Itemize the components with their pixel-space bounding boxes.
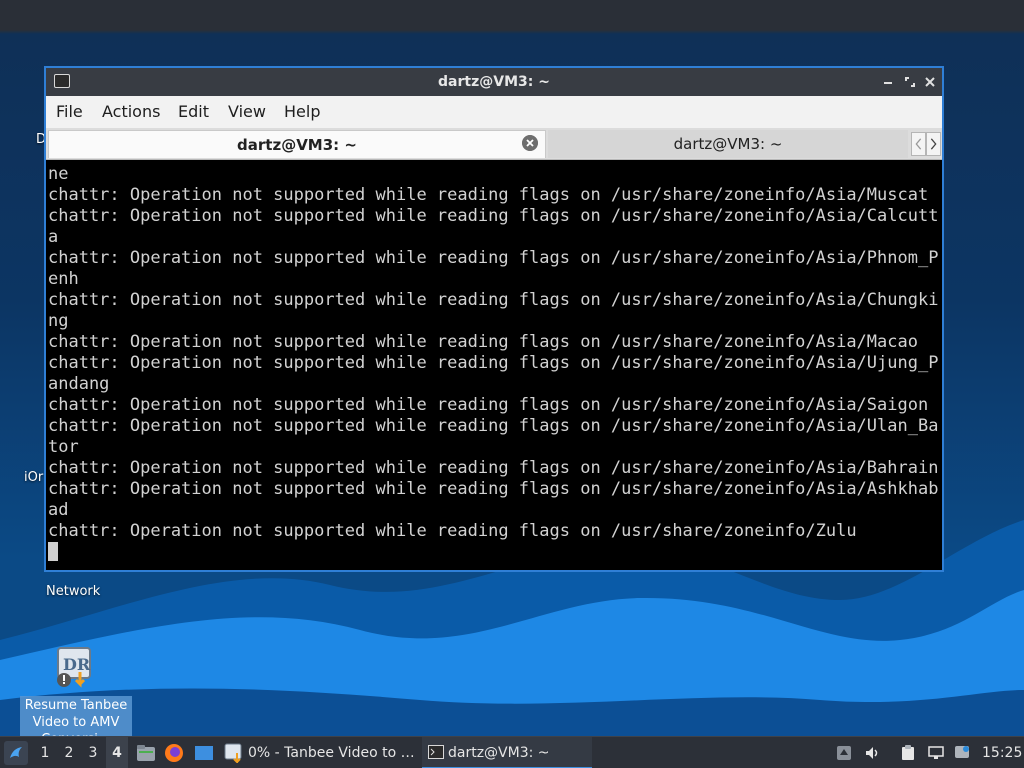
window-titlebar[interactable]: dartz@VM3: ~ bbox=[46, 68, 942, 96]
terminal-cursor bbox=[48, 542, 58, 561]
terminal-icon bbox=[428, 745, 444, 759]
menu-edit[interactable]: Edit bbox=[178, 96, 209, 128]
workspace-3[interactable]: 3 bbox=[82, 737, 104, 768]
terminal-line: chattr: Operation not supported while re… bbox=[48, 395, 929, 415]
terminal-line: andang bbox=[48, 374, 110, 394]
task-tanbee-video[interactable]: 0% - Tanbee Video to … bbox=[222, 737, 418, 768]
menu-bar: File Actions Edit View Help bbox=[46, 96, 942, 128]
tab-scroll-right-icon[interactable] bbox=[926, 132, 941, 156]
terminal-line: chattr: Operation not supported while re… bbox=[48, 206, 939, 226]
network-icon[interactable] bbox=[928, 745, 944, 761]
workspace-4[interactable]: 4 bbox=[106, 737, 128, 768]
terminal-line: chattr: Operation not supported while re… bbox=[48, 458, 939, 478]
terminal-line: chattr: Operation not supported while re… bbox=[48, 185, 929, 205]
menu-file[interactable]: File bbox=[56, 96, 83, 128]
menu-actions[interactable]: Actions bbox=[102, 96, 160, 128]
desktop-icon-caption: Resume Tanbee Video to AMV Conversi… bbox=[20, 696, 132, 736]
tab-terminal-2[interactable]: dartz@VM3: ~ bbox=[548, 130, 908, 158]
terminal-line: ng bbox=[48, 311, 69, 331]
terminal-line: chattr: Operation not supported while re… bbox=[48, 521, 857, 541]
desktop-label-network[interactable]: Network bbox=[46, 584, 100, 599]
svg-text:DR: DR bbox=[63, 655, 91, 674]
notification-icon[interactable] bbox=[954, 745, 970, 761]
show-desktop-icon[interactable] bbox=[194, 743, 214, 763]
workspace-1[interactable]: 1 bbox=[34, 737, 56, 768]
terminal-line: tor bbox=[48, 437, 79, 457]
terminal-line: chattr: Operation not supported while re… bbox=[48, 290, 939, 310]
close-icon[interactable] bbox=[922, 74, 938, 90]
desktop-label-partial: iOr bbox=[24, 470, 44, 485]
terminal-line: chattr: Operation not supported while re… bbox=[48, 248, 939, 268]
task-label: dartz@VM3: ~ bbox=[448, 745, 550, 761]
menu-help[interactable]: Help bbox=[284, 96, 320, 128]
terminal-window[interactable]: dartz@VM3: ~ File Actions Edit View Help… bbox=[44, 66, 944, 572]
terminal-line: ad bbox=[48, 500, 69, 520]
terminal-line: chattr: Operation not supported while re… bbox=[48, 353, 939, 373]
clipboard-icon[interactable] bbox=[900, 745, 916, 761]
maximize-icon[interactable] bbox=[902, 74, 918, 90]
firefox-icon[interactable] bbox=[164, 743, 184, 763]
tab-scroll-left-icon[interactable] bbox=[911, 132, 926, 156]
terminal-line: chattr: Operation not supported while re… bbox=[48, 479, 939, 499]
task-label: 0% - Tanbee Video to … bbox=[248, 745, 415, 761]
tab-label: dartz@VM3: ~ bbox=[673, 135, 783, 153]
terminal-line: enh bbox=[48, 269, 79, 289]
terminal-line: a bbox=[48, 227, 59, 247]
terminal-output[interactable]: ne chattr: Operation not supported while … bbox=[48, 162, 940, 570]
updates-icon[interactable] bbox=[836, 745, 852, 761]
tab-terminal-1[interactable]: dartz@VM3: ~ bbox=[48, 130, 546, 158]
start-menu-icon[interactable] bbox=[4, 741, 28, 765]
workspace-2[interactable]: 2 bbox=[58, 737, 80, 768]
terminal-line: chattr: Operation not supported while re… bbox=[48, 416, 939, 436]
window-title: dartz@VM3: ~ bbox=[438, 74, 550, 90]
tab-label: dartz@VM3: ~ bbox=[237, 136, 357, 154]
tab-bar: dartz@VM3: ~ dartz@VM3: ~ bbox=[46, 128, 942, 160]
terminal-line: chattr: Operation not supported while re… bbox=[48, 332, 918, 352]
menu-view[interactable]: View bbox=[228, 96, 266, 128]
minimize-icon[interactable] bbox=[880, 74, 896, 90]
terminal-line: ne bbox=[48, 164, 69, 184]
desktop-icon-tanbee[interactable]: DR Resume Tanbee Video to AMV Conversi… bbox=[20, 644, 132, 736]
tab-close-icon[interactable] bbox=[522, 135, 538, 151]
clock[interactable]: 15:25 bbox=[982, 737, 1022, 768]
volume-icon[interactable] bbox=[864, 745, 880, 761]
tanbee-app-icon: DR bbox=[57, 647, 91, 688]
taskbar: 1 2 3 4 0% - Tanbee Video to … dartz@VM3… bbox=[0, 736, 1024, 768]
task-terminal[interactable]: dartz@VM3: ~ bbox=[422, 737, 592, 768]
tanbee-app-icon bbox=[224, 743, 242, 763]
file-manager-icon[interactable] bbox=[136, 743, 156, 763]
